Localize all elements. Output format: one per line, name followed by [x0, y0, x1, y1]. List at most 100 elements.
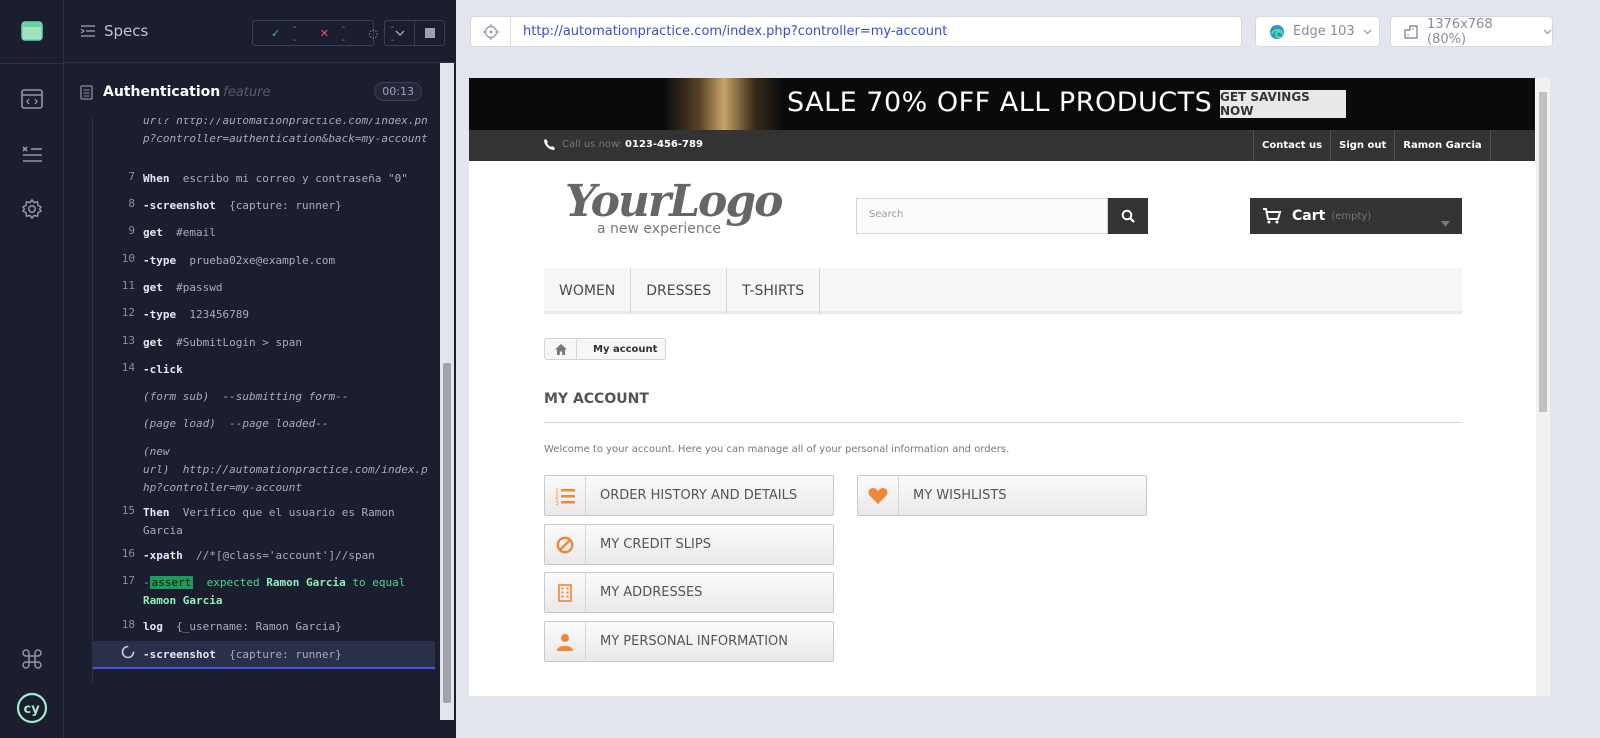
command-name: (new — [143, 445, 170, 458]
command-name: (page load) — [143, 417, 216, 430]
command-message: {capture: runner} — [229, 199, 342, 212]
contact-us-link[interactable]: Contact us — [1253, 130, 1330, 161]
wishlists-button[interactable]: MY WISHLISTS — [857, 475, 1147, 516]
nav-divider — [0, 63, 64, 64]
order-history-button[interactable]: 123 ORDER HISTORY AND DETAILS — [544, 475, 834, 516]
logo-sub: a new experience — [597, 221, 722, 237]
suite-kind: feature — [223, 84, 271, 100]
command-name: log — [143, 620, 163, 633]
logo-main: YourLogo — [565, 176, 784, 227]
assert-expected: Ramon Garcia — [143, 594, 223, 607]
ordered-list-icon: 123 — [545, 476, 586, 515]
specs-toggle-icon[interactable] — [80, 24, 96, 38]
command-number: 12 — [121, 306, 135, 319]
ruler-icon — [1403, 24, 1419, 40]
top-bar: Call us now: 0123-456-789 Contact us Sig… — [469, 130, 1535, 161]
command-message: http://automationpractice.com/index.php?… — [143, 118, 428, 145]
side-nav: cy — [0, 0, 64, 738]
account-link[interactable]: Ramon Garcia — [1394, 130, 1491, 161]
svg-text:cy: cy — [24, 702, 41, 717]
ban-icon — [545, 525, 586, 564]
command-number: 7 — [128, 170, 135, 183]
banner-image — [664, 78, 784, 130]
command-number: 13 — [121, 334, 135, 347]
reporter-scrollbar[interactable] — [440, 63, 454, 720]
scrollbar-thumb[interactable] — [443, 363, 451, 703]
caret-down-icon — [1441, 212, 1450, 231]
command-name: url) — [143, 463, 170, 476]
stop-icon[interactable] — [415, 21, 444, 45]
command-name: get — [143, 281, 163, 294]
command-message: Verifico que el usuario es Ramon Garcia — [143, 506, 395, 537]
command-message: escribo mi correo y contraseña "0" — [182, 172, 408, 185]
command-name: -screenshot — [143, 648, 216, 661]
page-title: MY ACCOUNT — [544, 391, 1462, 423]
edge-icon — [1269, 24, 1285, 40]
search-icon — [1121, 209, 1135, 223]
home-icon[interactable] — [545, 339, 577, 359]
addresses-button[interactable]: MY ADDRESSES — [544, 572, 834, 613]
browser-label: Edge 103 — [1293, 24, 1355, 39]
command-message: http://automationpractice.com/index.php?… — [143, 463, 428, 494]
command-name: -type — [143, 308, 177, 321]
app-logo-icon[interactable] — [19, 18, 45, 44]
keyboard-shortcuts-icon[interactable] — [19, 646, 45, 672]
menu-item-dresses[interactable]: DRESSES — [631, 268, 728, 314]
user-icon — [545, 622, 586, 661]
site-logo[interactable]: YourLogo a new experience — [565, 176, 790, 243]
credit-slips-button[interactable]: MY CREDIT SLIPS — [544, 524, 834, 565]
search-input[interactable]: Search — [856, 198, 1108, 234]
command-number: 14 — [121, 361, 135, 374]
command-message: {_username: Ramon Garcia} — [176, 620, 342, 633]
command-message: expected — [206, 576, 260, 589]
viewport-label: 1376x768 (80%) — [1427, 16, 1493, 47]
command-name: get — [143, 226, 163, 239]
chevron-down-icon[interactable] — [385, 21, 415, 45]
phone-icon — [543, 138, 556, 151]
command-name: url? — [143, 118, 170, 127]
runs-icon[interactable] — [19, 141, 45, 167]
selector-playground-icon[interactable] — [471, 17, 511, 46]
cart-icon — [1262, 208, 1282, 224]
menu-item-women[interactable]: WOMEN — [544, 268, 632, 314]
command-message: #SubmitLogin > span — [176, 336, 302, 349]
scrollbar-thumb[interactable] — [1539, 92, 1547, 412]
spinner-icon: ◌ — [368, 26, 379, 40]
call-us-label: Call us now: — [562, 139, 623, 150]
phone-number: 0123-456-789 — [625, 139, 703, 150]
chevron-down-icon — [1543, 29, 1552, 35]
command-number: 9 — [128, 224, 135, 237]
command-message: 123456789 — [189, 308, 249, 321]
personal-info-button[interactable]: MY PERSONAL INFORMATION — [544, 621, 834, 662]
runner-controls — [384, 20, 445, 46]
aut-iframe: SALE 70% OFF ALL PRODUCTS GET SAVINGS NO… — [469, 78, 1550, 696]
cypress-logo-icon[interactable]: cy — [16, 692, 48, 724]
viewport-selector[interactable]: 1376x768 (80%) — [1390, 16, 1553, 47]
suite-header[interactable]: Authentication feature 00:13 — [80, 78, 422, 106]
search-button[interactable] — [1108, 198, 1148, 234]
sign-out-link[interactable]: Sign out — [1330, 130, 1394, 161]
button-label: MY WISHLISTS — [913, 488, 1007, 503]
settings-icon[interactable] — [19, 196, 45, 222]
command-message: to equal — [352, 576, 406, 589]
suite-duration: 00:13 — [374, 82, 422, 101]
specs-list-icon[interactable] — [19, 86, 45, 112]
command-message: --submitting form-- — [222, 390, 349, 403]
command-message: {capture: runner} — [229, 648, 342, 661]
assert-badge: assert — [149, 576, 194, 589]
suite-title: Authentication — [103, 84, 221, 100]
specs-label[interactable]: Specs — [104, 22, 148, 40]
passed-count: -- — [292, 20, 297, 46]
get-savings-button[interactable]: GET SAVINGS NOW — [1220, 90, 1346, 118]
chevron-down-icon — [1363, 29, 1372, 35]
menu-item-tshirts[interactable]: T-SHIRTS — [727, 268, 821, 314]
document-icon — [80, 84, 93, 100]
test-stats: ✓ -- ✕ -- ◌ -- — [252, 20, 395, 46]
page-scrollbar[interactable] — [1536, 78, 1550, 696]
command-message: //*[@class='account']//span — [196, 549, 375, 562]
url-bar[interactable]: http://automationpractice.com/index.php?… — [470, 16, 1242, 47]
promo-banner[interactable]: SALE 70% OFF ALL PRODUCTS GET SAVINGS NO… — [469, 78, 1535, 130]
check-icon: ✓ — [271, 26, 281, 40]
cart-block[interactable]: Cart (empty) — [1250, 198, 1462, 234]
browser-selector[interactable]: Edge 103 — [1255, 16, 1380, 47]
